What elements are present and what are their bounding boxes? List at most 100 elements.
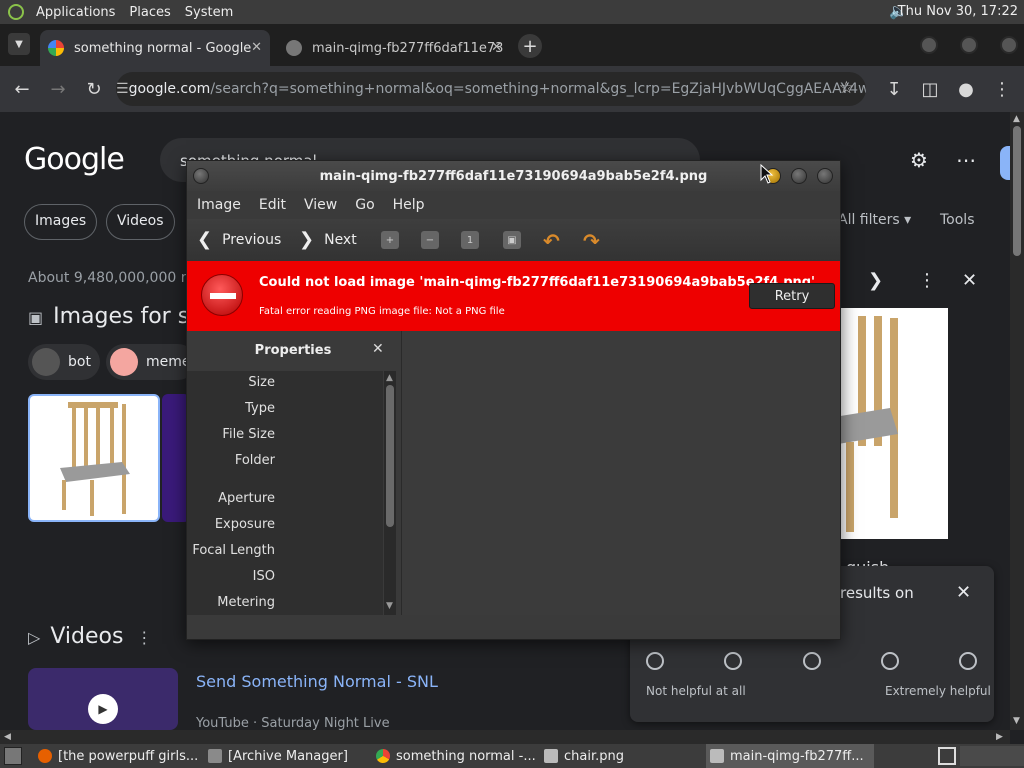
- close-feedback-icon[interactable]: ✕: [956, 582, 971, 603]
- viewer-toolbar: ❮ Previous ❯ Next + − 1 ▣ ↶ ↷: [187, 219, 840, 261]
- maximize-window-button[interactable]: [960, 36, 978, 54]
- tab-search-button[interactable]: ▼: [8, 33, 30, 55]
- previous-button[interactable]: ❮ Previous: [197, 229, 281, 250]
- menu-go[interactable]: Go: [355, 197, 374, 213]
- videos-heading: ▷ Videos ⋮: [28, 624, 152, 649]
- bookmark-star-icon[interactable]: ☆: [839, 78, 854, 98]
- menu-image[interactable]: Image: [197, 197, 241, 213]
- more-options-icon[interactable]: ⋮: [136, 628, 152, 647]
- close-button[interactable]: [817, 168, 833, 184]
- feedback-title: results on: [840, 584, 914, 602]
- maximize-button[interactable]: [791, 168, 807, 184]
- viewer-titlebar[interactable]: main-qimg-fb277ff6daf11e73190694a9bab5e2…: [187, 161, 840, 191]
- properties-title: Properties: [254, 342, 332, 358]
- clock[interactable]: Thu Nov 30, 17:22: [898, 4, 1018, 19]
- chip-videos[interactable]: Videos: [106, 204, 175, 240]
- prop-focal-length: Focal Length: [192, 543, 275, 558]
- task-chair-png[interactable]: chair.png: [540, 744, 704, 768]
- chair-image: [60, 402, 130, 516]
- prop-exposure: Exposure: [214, 517, 275, 532]
- scroll-up-icon[interactable]: ▲: [386, 373, 393, 383]
- next-arrow-icon[interactable]: ❯: [868, 270, 883, 291]
- sign-in-button[interactable]: [1000, 146, 1010, 180]
- kebab-menu-icon[interactable]: ⋮: [990, 77, 1014, 101]
- pill-meme[interactable]: meme: [106, 344, 196, 380]
- video-title-link[interactable]: Send Something Normal - SNL: [196, 672, 438, 691]
- prop-iso: ISO: [252, 569, 275, 584]
- menu-help[interactable]: Help: [393, 197, 425, 213]
- scroll-up-icon[interactable]: ▲: [1013, 114, 1020, 124]
- video-meta: YouTube · Saturday Night Live: [196, 716, 390, 730]
- rating-radio-2[interactable]: [724, 652, 742, 670]
- back-icon[interactable]: ←: [10, 77, 34, 101]
- side-panel-icon[interactable]: ◫: [918, 77, 942, 101]
- task-main-qimg[interactable]: main-qimg-fb277ff...: [706, 744, 874, 768]
- next-button[interactable]: ❯ Next: [299, 229, 357, 250]
- reload-icon[interactable]: ↻: [82, 77, 106, 101]
- places-menu[interactable]: Places: [129, 5, 170, 20]
- rating-radio-5[interactable]: [959, 652, 977, 670]
- google-logo[interactable]: Google: [24, 142, 125, 177]
- system-menu[interactable]: System: [185, 5, 233, 20]
- all-filters-button[interactable]: All filters ▾: [838, 212, 911, 228]
- app-menu-icon[interactable]: [8, 4, 24, 20]
- menu-edit[interactable]: Edit: [259, 197, 286, 213]
- tab-image[interactable]: main-qimg-fb277ff6daf11e73 ✕: [278, 30, 510, 66]
- scroll-thumb[interactable]: [1013, 126, 1021, 256]
- scroll-left-icon[interactable]: ◀: [4, 732, 11, 742]
- zoom-out-icon[interactable]: −: [421, 231, 439, 249]
- new-tab-button[interactable]: +: [518, 34, 542, 58]
- applications-menu[interactable]: Applications: [36, 5, 115, 20]
- close-tab-icon[interactable]: ✕: [491, 40, 502, 55]
- forward-icon[interactable]: →: [46, 77, 70, 101]
- scroll-down-icon[interactable]: ▼: [386, 601, 393, 611]
- chair-preview-image[interactable]: [828, 308, 948, 539]
- scroll-down-icon[interactable]: ▼: [1013, 716, 1020, 726]
- settings-gear-icon[interactable]: ⚙: [910, 148, 928, 172]
- zoom-fit-icon[interactable]: ▣: [503, 231, 521, 249]
- show-desktop-icon[interactable]: [4, 747, 22, 765]
- pill-bot[interactable]: bot: [28, 344, 100, 380]
- properties-scrollbar[interactable]: ▲ ▼: [384, 371, 396, 615]
- window-menu-button[interactable]: [193, 168, 209, 184]
- close-sidebar-icon[interactable]: ✕: [372, 341, 384, 357]
- address-bar[interactable]: ☰ google.com/search?q=something+normal&o…: [116, 72, 866, 106]
- task-chrome[interactable]: something normal -...: [372, 744, 538, 768]
- profile-icon[interactable]: ●: [954, 77, 978, 101]
- properties-scroll-thumb[interactable]: [386, 385, 394, 527]
- rating-radio-1[interactable]: [646, 652, 664, 670]
- browser-toolbar: ← → ↻ ☰ google.com/search?q=something+no…: [0, 66, 1024, 112]
- image-canvas[interactable]: [401, 331, 840, 615]
- download-icon[interactable]: ↧: [882, 77, 906, 101]
- all-filters-label: All filters: [838, 212, 900, 228]
- chip-images[interactable]: Images: [24, 204, 98, 240]
- menu-view[interactable]: View: [304, 197, 337, 213]
- tab-google-search[interactable]: something normal - Google ✕: [40, 30, 270, 66]
- more-vert-icon[interactable]: ⋮: [918, 270, 936, 291]
- apps-grid-icon[interactable]: ⋯: [956, 148, 976, 172]
- rating-radio-4[interactable]: [881, 652, 899, 670]
- chair-image-result[interactable]: [28, 394, 160, 522]
- task-powerpuff[interactable]: [the powerpuff girls...: [34, 744, 202, 768]
- image-viewer-icon: [544, 749, 558, 763]
- rating-radio-3[interactable]: [803, 652, 821, 670]
- close-tab-icon[interactable]: ✕: [251, 40, 262, 55]
- workspace-switcher-1[interactable]: [938, 747, 956, 765]
- tools-button[interactable]: Tools: [940, 212, 975, 228]
- page-vertical-scrollbar[interactable]: ▲ ▼: [1010, 112, 1024, 730]
- site-info-icon[interactable]: ☰: [116, 81, 129, 97]
- task-archive-manager[interactable]: [Archive Manager]: [204, 744, 368, 768]
- scroll-right-icon[interactable]: ▶: [996, 732, 1003, 742]
- rotate-left-icon[interactable]: ↶: [543, 229, 560, 253]
- minimize-window-button[interactable]: [920, 36, 938, 54]
- error-icon: [201, 274, 243, 316]
- video-thumbnail[interactable]: ▶: [28, 668, 178, 730]
- zoom-normal-icon[interactable]: 1: [461, 231, 479, 249]
- retry-button[interactable]: Retry: [749, 283, 835, 309]
- zoom-in-icon[interactable]: +: [381, 231, 399, 249]
- rotate-right-icon[interactable]: ↷: [583, 229, 600, 253]
- close-preview-icon[interactable]: ✕: [962, 270, 977, 291]
- page-horizontal-scrollbar[interactable]: ◀ ▶: [0, 730, 1010, 744]
- close-window-button[interactable]: [1000, 36, 1018, 54]
- workspace-switcher-2[interactable]: [960, 746, 1024, 766]
